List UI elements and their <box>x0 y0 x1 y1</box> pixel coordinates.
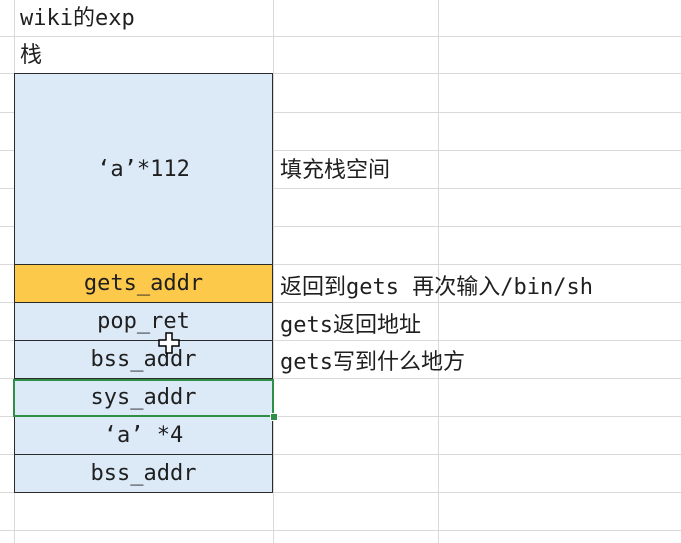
stack-cell-label: gets_addr <box>83 271 204 296</box>
stack-label-cell[interactable]: 栈 <box>20 43 42 69</box>
stack-cell-label: sys_addr <box>90 385 197 410</box>
stack-cell-label: bss_addr <box>90 461 197 486</box>
stack-cell-label: ‘a’*112 <box>97 156 190 182</box>
stack-cell-label: ‘a’ *4 <box>103 423 184 448</box>
stack-cell-a4[interactable]: ‘a’ *4 <box>14 416 273 455</box>
cross-cursor-icon <box>158 332 180 354</box>
stack-cell-pop-ret[interactable]: pop_ret <box>14 302 273 341</box>
note-cell[interactable]: 返回到gets 再次输入/bin/sh <box>280 275 593 301</box>
note-cell[interactable]: gets写到什么地方 <box>280 350 465 376</box>
note-cell[interactable]: gets返回地址 <box>280 313 421 339</box>
stack-cell-label: bss_addr <box>90 347 197 372</box>
stack-cell-label: pop_ret <box>97 309 190 334</box>
stack-cell-padding[interactable]: ‘a’*112 <box>14 73 273 265</box>
stack-cell-bss-addr-2[interactable]: bss_addr <box>14 454 273 493</box>
title-cell[interactable]: wiki的exp <box>20 6 135 32</box>
stack-cell-gets-addr[interactable]: gets_addr <box>14 264 273 303</box>
grid-line <box>0 530 681 531</box>
stack-cell-bss-addr[interactable]: bss_addr <box>14 340 273 379</box>
grid-line <box>273 0 274 543</box>
grid-line <box>0 36 681 37</box>
spreadsheet-grid[interactable]: wiki的exp 栈 ‘a’*112 gets_addr pop_ret bss… <box>0 0 681 543</box>
note-cell[interactable]: 填充栈空间 <box>280 158 390 184</box>
stack-cell-sys-addr[interactable]: sys_addr <box>14 378 273 417</box>
grid-line <box>438 0 439 543</box>
fill-handle[interactable] <box>270 413 278 421</box>
